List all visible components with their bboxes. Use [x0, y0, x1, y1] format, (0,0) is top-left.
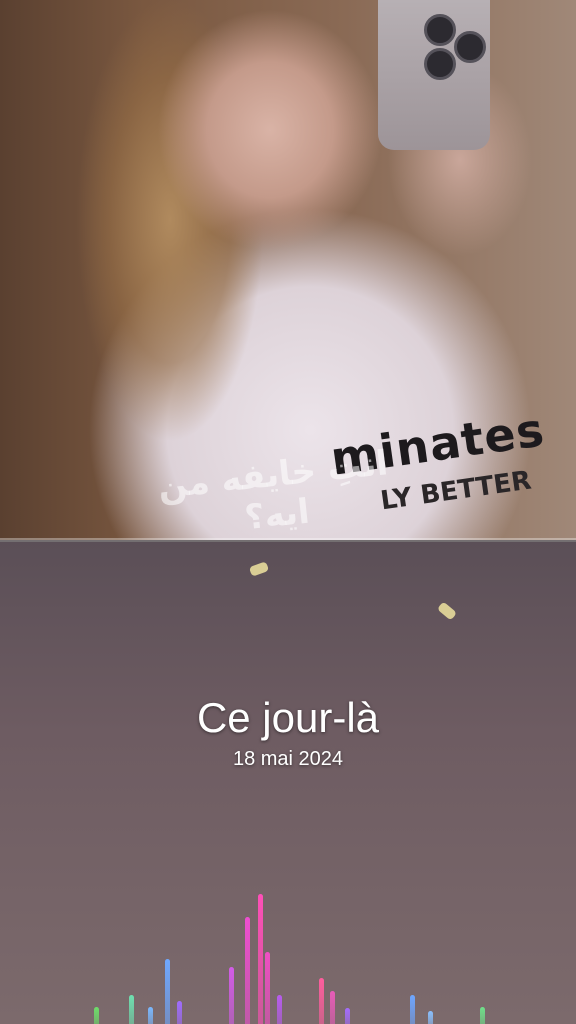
visualizer-bar: [319, 978, 324, 1024]
visualizer-bar: [428, 1011, 433, 1024]
visualizer-bar: [410, 995, 415, 1024]
visualizer-bar: [129, 995, 134, 1024]
visualizer-bar: [94, 1007, 99, 1024]
phone-in-mirror: [378, 0, 490, 150]
visualizer-bar: [229, 967, 234, 1024]
visualizer-bar: [265, 952, 270, 1024]
visualizer-bar: [245, 917, 250, 1024]
camera-lens-icon: [454, 31, 486, 63]
visualizer-bar: [480, 1007, 485, 1024]
memory-title: Ce jour-là: [196, 694, 380, 741]
visualizer-bar: [258, 894, 263, 1024]
camera-lens-icon: [424, 48, 456, 80]
visualizer-bar: [277, 995, 282, 1024]
visualizer-bar: [345, 1008, 350, 1024]
camera-lens-icon: [424, 14, 456, 46]
top-photo-panel: minates LY BETTER انتِ خايفه من ايه؟: [0, 0, 576, 540]
hair-clip: [248, 561, 270, 577]
memory-date: 18 mai 2024: [232, 748, 344, 770]
arabic-caption: انتِ خايفه من ايه؟: [156, 443, 390, 539]
visualizer-bar: [165, 959, 170, 1024]
visualizer-bar: [177, 1001, 182, 1024]
hair-clip: [436, 601, 458, 621]
visualizer-bar: [148, 1007, 153, 1024]
visualizer-bar: [330, 991, 335, 1024]
audio-visualizer: [0, 884, 576, 1024]
